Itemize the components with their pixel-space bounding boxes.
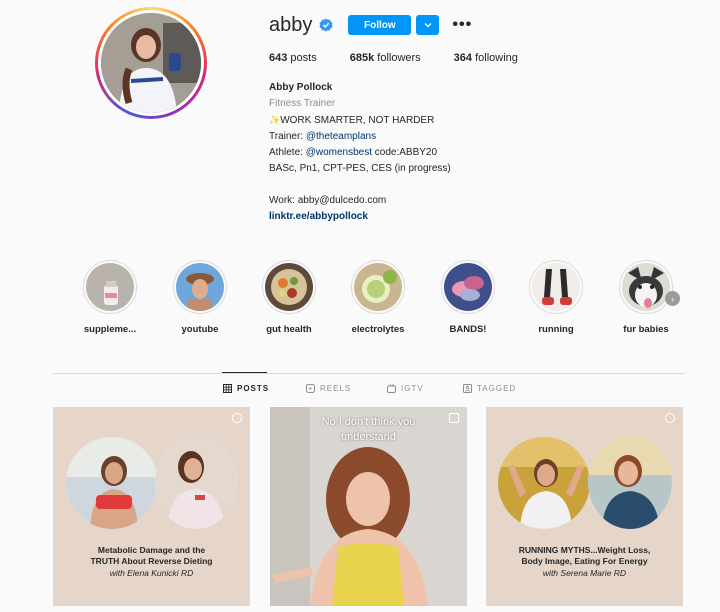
highlight-label: gut health	[266, 324, 312, 335]
highlight-label: fur babies	[623, 324, 669, 335]
post-tile[interactable]: No I don't think you understand	[270, 407, 467, 606]
stat-value: 685k	[349, 52, 375, 64]
post-title-line: RUNNING MYTHS...Weight Loss,	[518, 545, 651, 555]
post-title-line: Body Image, Eating For Energy	[521, 556, 648, 566]
trainer-prefix: Trainer:	[269, 131, 306, 142]
tab-label: REELS	[320, 384, 352, 393]
stat-followers[interactable]: 685k followers	[350, 52, 421, 64]
highlight-item[interactable]: suppleme...	[70, 260, 150, 335]
tab-label: TAGGED	[477, 384, 517, 393]
highlight-item[interactable]: running	[516, 260, 596, 335]
highlight-item[interactable]: gut health	[249, 260, 329, 335]
profile-bio: Abby Pollock Fitness Trainer ✨WORK SMART…	[269, 80, 451, 225]
carousel-icon	[665, 413, 675, 423]
stat-following[interactable]: 364 following	[454, 52, 518, 64]
profile-stats: 643 posts 685k followers 364 following	[269, 52, 551, 64]
tab-label: POSTS	[237, 384, 270, 393]
highlight-ring	[173, 260, 227, 314]
highlight-ring	[529, 260, 583, 314]
tab-posts[interactable]: POSTS	[223, 384, 269, 393]
highlight-ring	[351, 260, 405, 314]
bio-spacer	[269, 177, 451, 193]
running-thumb-icon	[532, 263, 580, 311]
fur-babies-thumb-icon	[622, 263, 670, 311]
avatar[interactable]	[101, 13, 201, 113]
trainer-link[interactable]: @theteamplans	[306, 131, 376, 142]
post-photo-right	[155, 435, 237, 529]
athlete-suffix: code:ABBY20	[372, 147, 438, 158]
website-link[interactable]: linktr.ee/abbypollock	[269, 209, 451, 225]
highlight-ring	[262, 260, 316, 314]
highlight-item[interactable]: BANDS!	[428, 260, 508, 335]
post-subtitle: with Serena Marie RD	[542, 568, 627, 578]
tabs-divider	[53, 373, 685, 374]
follow-button[interactable]: Follow	[348, 15, 412, 35]
post-title-line: Metabolic Damage and the	[97, 545, 206, 555]
avatar-border	[98, 10, 204, 116]
supplements-thumb-icon	[86, 263, 134, 311]
grid-icon	[223, 384, 232, 393]
stat-label: posts	[290, 52, 317, 64]
tab-tagged[interactable]: TAGGED	[463, 384, 516, 393]
post-subtitle: with Elena Kunicki RD	[109, 568, 194, 578]
post-photo-left	[498, 437, 590, 529]
stat-value: 643	[269, 52, 288, 64]
carousel-icon	[232, 413, 242, 423]
profile-avatar-ring[interactable]	[95, 7, 207, 119]
electrolytes-thumb-icon	[354, 263, 402, 311]
highlight-item[interactable]: youtube	[160, 260, 240, 335]
youtube-thumb-icon	[176, 263, 224, 311]
more-options-button[interactable]: •••	[452, 17, 472, 33]
highlight-label: youtube	[181, 324, 219, 335]
active-tab-indicator	[222, 372, 267, 373]
stat-label: followers	[377, 52, 421, 64]
highlight-label: suppleme...	[83, 324, 137, 335]
highlight-label: BANDS!	[449, 324, 487, 335]
highlight-ring	[441, 260, 495, 314]
story-highlights: suppleme... youtube gut health electroly…	[0, 260, 720, 340]
tab-reels[interactable]: REELS	[306, 384, 351, 393]
stat-label: following	[475, 52, 518, 64]
bio-credentials: BASc, Pn1, CPT-PES, CES (in progress)	[269, 163, 451, 174]
highlight-ring	[619, 260, 673, 314]
suggested-accounts-button[interactable]	[416, 15, 440, 35]
athlete-link[interactable]: @womensbest	[306, 147, 372, 158]
post-photo-right	[588, 435, 672, 529]
verified-badge-icon	[319, 18, 333, 32]
post-photo-left	[66, 437, 158, 529]
gut-health-thumb-icon	[265, 263, 313, 311]
tab-label: IGTV	[401, 384, 424, 393]
highlights-next-button[interactable]: ›	[665, 291, 680, 306]
username: abby	[269, 13, 313, 36]
avatar-image	[101, 13, 201, 113]
post-tile[interactable]: RUNNING MYTHS...Weight Loss, Body Image,…	[486, 407, 683, 606]
tab-igtv[interactable]: IGTV	[387, 384, 424, 393]
stat-value: 364	[453, 52, 473, 64]
chevron-right-icon: ›	[671, 293, 674, 304]
post-title-line: TRUTH About Reverse Dieting	[90, 556, 213, 566]
bio-line: ✨WORK SMARTER, NOT HARDER	[269, 112, 451, 129]
profile-header-row: abby Follow •••	[269, 12, 472, 38]
igtv-icon	[387, 384, 396, 393]
highlight-label: electrolytes	[351, 324, 405, 335]
category: Fitness Trainer	[269, 98, 336, 109]
sparkle-emoji-icon: ✨	[269, 115, 281, 125]
tag-icon	[463, 384, 472, 393]
video-caption-line: No I don't think you	[321, 416, 416, 428]
full-name: Abby Pollock	[269, 82, 333, 93]
reels-icon	[306, 384, 315, 393]
highlight-label: running	[538, 324, 574, 335]
bio-work: Work: abby@dulcedo.com	[269, 195, 387, 206]
stat-posts: 643 posts	[269, 52, 317, 64]
video-caption-line: understand	[340, 431, 397, 443]
bio-trainer-line: Trainer: @theteamplans	[269, 129, 451, 145]
post-tile[interactable]: Metabolic Damage and the TRUTH About Rev…	[53, 407, 250, 606]
highlight-ring	[83, 260, 137, 314]
bio-athlete-line: Athlete: @womensbest code:ABBY20	[269, 145, 451, 161]
bands-thumb-icon	[444, 263, 492, 311]
highlight-item[interactable]: electrolytes	[338, 260, 418, 335]
chevron-down-icon	[424, 23, 432, 28]
athlete-prefix: Athlete:	[269, 147, 306, 158]
bio-tagline: WORK SMARTER, NOT HARDER	[280, 115, 435, 126]
